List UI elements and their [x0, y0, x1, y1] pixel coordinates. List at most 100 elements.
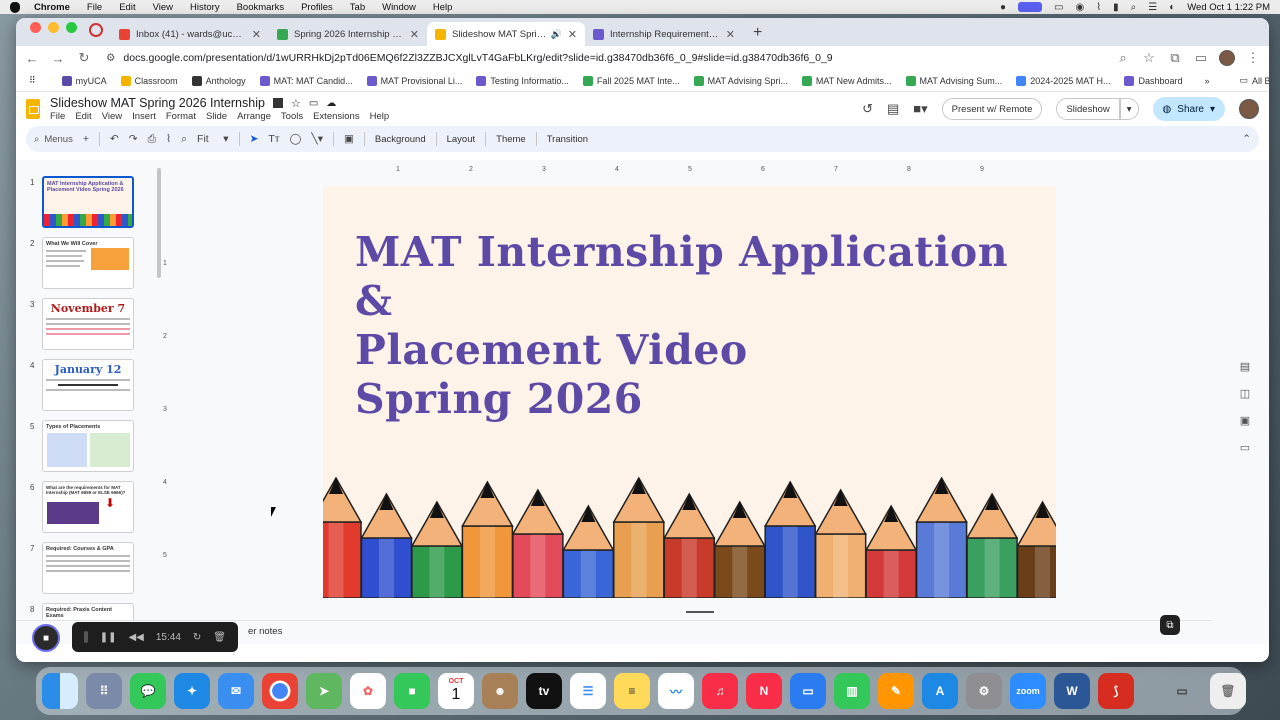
star-icon[interactable]: ☆ [291, 97, 301, 110]
photos-icon[interactable]: ✿ [350, 673, 386, 709]
contacts-icon[interactable]: ☻ [482, 673, 518, 709]
menu-extensions[interactable]: Extensions [313, 111, 359, 122]
undo-icon[interactable]: ↶ [110, 133, 119, 145]
appletv-icon[interactable]: tv [526, 673, 562, 709]
speaker-notes-label[interactable]: er notes [248, 626, 282, 637]
close-tab-icon[interactable]: ✕ [726, 28, 735, 41]
slideshow-dropdown-icon[interactable]: ▾ [1119, 98, 1139, 120]
freeform-icon[interactable]: 〰 [658, 673, 694, 709]
thumbnail-5[interactable]: 5 Types of Placements [24, 420, 149, 474]
shape-icon[interactable]: ◯ [290, 133, 302, 145]
menu-format[interactable]: Format [166, 111, 196, 122]
menubar-profiles[interactable]: Profiles [301, 2, 333, 13]
bookmark-advising-spring[interactable]: MAT Advising Spri... [689, 75, 793, 86]
siri-icon[interactable]: ◐ [1169, 2, 1175, 13]
new-tab-button[interactable]: + [743, 24, 772, 46]
slide-canvas[interactable]: MAT Internship Application & Placement V… [323, 186, 1056, 598]
chrome-icon[interactable] [262, 673, 298, 709]
menu-help[interactable]: Help [370, 111, 390, 122]
thumbnail-4[interactable]: 4 January 12 [24, 359, 149, 413]
restart-icon[interactable]: ↻ [193, 632, 201, 643]
thumbnail-8[interactable]: 8 Required: Praxis Content Exams [24, 603, 149, 620]
close-tab-icon[interactable]: ✕ [252, 28, 261, 41]
music-icon[interactable]: ♫ [702, 673, 738, 709]
calendar-icon[interactable]: OCT 1 [438, 673, 474, 709]
comments-icon[interactable]: ▤ [887, 101, 899, 117]
present-remote-button[interactable]: Present w/ Remote [941, 98, 1043, 120]
thumbnail-3[interactable]: 3 November 7 [24, 298, 149, 352]
bookmark-testing[interactable]: Testing Informatio... [471, 75, 574, 86]
share-button[interactable]: ◍ Share ▾ [1152, 97, 1225, 121]
finder-icon[interactable] [42, 673, 78, 709]
account-avatar[interactable] [1239, 99, 1259, 119]
select-tool-icon[interactable]: ➤ [250, 133, 259, 145]
menubar-help[interactable]: Help [433, 2, 453, 13]
picture-in-picture-icon[interactable]: ⧉ [1160, 615, 1180, 635]
minimized-window-icon[interactable]: ▭ [1162, 673, 1202, 709]
bookmark-fall-2025[interactable]: Fall 2025 MAT Inte... [578, 75, 685, 86]
notes-icon[interactable]: ≡ [614, 673, 650, 709]
zoom-status-icon[interactable]: ◉ [1076, 2, 1085, 13]
menubar-edit[interactable]: Edit [119, 2, 135, 13]
background-button[interactable]: Background [375, 134, 426, 145]
tab-slides-active[interactable]: Slideshow MAT Spring 20 🔊 ✕ [427, 22, 585, 46]
paint-format-icon[interactable]: ⌇ [166, 133, 171, 145]
bookmark-dashboard[interactable]: Dashboard [1119, 75, 1187, 86]
menu-file[interactable]: File [50, 111, 65, 122]
menu-edit[interactable]: Edit [75, 111, 91, 122]
recording-tab-icon[interactable] [89, 22, 103, 37]
all-bookmarks-button[interactable]: ▭All Bookmarks [1235, 75, 1270, 86]
minimize-window-button[interactable] [48, 21, 59, 33]
thumbnail-2[interactable]: 2 What We Will Cover [24, 237, 149, 291]
menu-arrange[interactable]: Arrange [237, 111, 271, 122]
extensions-icon[interactable]: ⧉ [1167, 50, 1183, 66]
microphone-icon[interactable]: ● [1000, 2, 1006, 13]
more-bookmarks-icon[interactable]: » [1199, 76, 1214, 86]
menu-tools[interactable]: Tools [281, 111, 303, 122]
thumbnail-7[interactable]: 7 Required: Courses & GPA [24, 542, 149, 596]
meet-camera-icon[interactable]: ■▾ [913, 101, 927, 117]
bookmark-anthology[interactable]: Anthology [187, 75, 251, 86]
control-center-icon[interactable]: ☰ [1148, 2, 1157, 13]
collapse-toolbar-icon[interactable]: ⌃ [1242, 133, 1251, 145]
appstore-icon[interactable]: A [922, 673, 958, 709]
close-window-button[interactable] [30, 21, 41, 33]
transition-button[interactable]: Transition [547, 134, 588, 145]
folder-side-icon[interactable]: ▭ [1240, 441, 1250, 454]
menubar-app[interactable]: Chrome [34, 2, 70, 13]
display-icon[interactable]: ▭ [1054, 2, 1063, 13]
launchpad-icon[interactable]: ⠿ [86, 673, 122, 709]
rewind-icon[interactable]: ◀◀ [128, 632, 143, 643]
new-slide-icon[interactable]: + [83, 133, 89, 145]
bookmark-myuca[interactable]: myUCA [57, 75, 112, 86]
layout-button[interactable]: Layout [447, 134, 476, 145]
menubar-window[interactable]: Window [382, 2, 416, 13]
trash-icon[interactable]: 🗑 [1210, 673, 1246, 709]
bookmark-new-admits[interactable]: MAT New Admits... [797, 75, 897, 86]
slideshow-button[interactable]: Slideshow [1056, 98, 1120, 120]
close-tab-icon[interactable]: ✕ [568, 28, 577, 41]
screen-record-icon[interactable] [1018, 2, 1043, 12]
apps-grid-icon[interactable]: ⠿ [24, 75, 41, 86]
tasks-icon[interactable]: ◫ [1240, 387, 1250, 400]
thumbnail-6[interactable]: 6 What are the requirements for MAT Inte… [24, 481, 149, 535]
zoom-page-icon[interactable]: ⌕ [1115, 50, 1131, 66]
thumbnail-1[interactable]: 1 MAT Internship Application & Placement… [24, 176, 149, 230]
bookmark-star-icon[interactable]: ☆ [1141, 50, 1157, 66]
tab-requirements[interactable]: Internship Requirements & Ap ✕ [585, 22, 743, 46]
menubar-view[interactable]: View [153, 2, 173, 13]
messages-icon[interactable]: 💬 [130, 673, 166, 709]
close-tab-icon[interactable]: ✕ [410, 28, 419, 41]
version-history-icon[interactable]: ↺ [862, 101, 873, 117]
profile-avatar[interactable] [1219, 50, 1235, 66]
maps-icon[interactable]: ➤ [306, 673, 342, 709]
trash-recording-icon[interactable]: 🗑 [213, 632, 226, 643]
camera-bubble[interactable]: ■ [32, 624, 60, 652]
tab-sheets[interactable]: Spring 2026 Internship - Goo ✕ [269, 22, 427, 46]
back-icon[interactable]: ← [24, 51, 40, 66]
keynote-icon[interactable]: ▭ [790, 673, 826, 709]
news-icon[interactable]: N [746, 673, 782, 709]
reminders-icon[interactable]: ☰ [570, 673, 606, 709]
facetime-icon[interactable]: ■ [394, 673, 430, 709]
menubar-tab[interactable]: Tab [350, 2, 365, 13]
